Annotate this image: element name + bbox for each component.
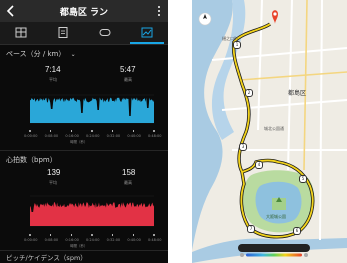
axis-tick-mark — [29, 130, 31, 132]
pace-color-legend — [238, 244, 310, 257]
pace-best-value: 5:47 — [120, 65, 136, 74]
axis-tick-mark — [132, 130, 135, 132]
gradient-track — [246, 253, 302, 257]
axis-tick-label: 0:40:00 — [127, 134, 141, 138]
summary-icon — [15, 27, 27, 38]
tab-charts[interactable] — [126, 22, 168, 44]
compass-icon[interactable] — [198, 12, 212, 26]
app-header: 都島区 ラン — [0, 0, 168, 22]
run-detail-screen: 都島区 ラン ペース（分 / km） ⌄ 7:14 平均 5:47 最高 0:0… — [0, 0, 168, 263]
more-options-icon[interactable] — [157, 5, 161, 17]
route-km-marker: 2 — [245, 89, 253, 97]
axis-tick-label: 0:16:00 — [65, 134, 79, 138]
axis-tick-mark — [49, 130, 52, 132]
heart-rate-section-title: 心拍数（bpm） — [6, 156, 57, 164]
tab-bar — [0, 22, 168, 45]
axis-tick-mark — [70, 234, 73, 236]
axis-tick-label: 0:00:00 — [24, 134, 38, 138]
axis-tick-mark — [111, 234, 114, 236]
axis-tick-label: 0:32:00 — [106, 134, 121, 138]
document-icon — [58, 27, 68, 38]
route-km-marker: 6 — [293, 227, 301, 235]
hr-avg-value: 139 — [47, 168, 61, 177]
tab-details[interactable] — [42, 22, 84, 44]
hr-max-label: 最高 — [124, 180, 132, 185]
gradient-end-dot — [304, 253, 308, 257]
pace-title-text: ペース（分 / km） — [6, 50, 66, 58]
pace-series-area — [30, 97, 154, 123]
axis-tick-mark — [91, 130, 93, 132]
route-km-marker: 7 — [247, 225, 255, 233]
axis-tick-label: 0:08:00 — [44, 238, 59, 242]
axis-tick-mark — [132, 234, 135, 236]
axis-tick-label: 0:48:00 — [148, 134, 162, 138]
axis-tick-mark — [91, 234, 93, 236]
hr-avg-label: 平均 — [49, 180, 57, 185]
axis-tick-label: 0:16:00 — [65, 238, 79, 242]
axis-tick-label: 0:08:00 — [44, 134, 59, 138]
chart-icon — [141, 27, 153, 38]
section-divider — [0, 150, 168, 151]
section-divider — [0, 250, 168, 251]
gradient-start-dot — [240, 253, 244, 257]
district-label: 都島区 — [288, 90, 307, 97]
heart-rate-chart — [30, 195, 154, 227]
pace-section-title[interactable]: ペース（分 / km） ⌄ — [6, 49, 76, 59]
axis-tick-label: 0:24:00 — [86, 134, 100, 138]
axis-tick-mark — [70, 130, 73, 132]
pace-gradient-legend — [240, 253, 308, 257]
hr-max-value: 158 — [122, 168, 136, 177]
axis-tick-mark — [153, 130, 155, 132]
axis-tick-mark — [111, 130, 114, 132]
map-label: 樋之口町 — [222, 36, 238, 41]
axis-tick-mark — [49, 234, 52, 236]
laps-icon — [99, 29, 111, 36]
axis-tick-label: 0:24:00 — [86, 238, 100, 242]
axis-tick-mark — [153, 234, 155, 236]
cadence-section-title: ピッチ/ケイデンス（spm） — [6, 254, 87, 262]
park-label: 大阪城公園 — [266, 214, 286, 219]
route-km-marker: 4 — [255, 161, 263, 169]
route-km-marker: 1 — [233, 41, 241, 49]
hr-x-axis-label: 時間（秒） — [70, 244, 88, 248]
route-map-screen: 1 2 3 4 5 6 7 樋之口町 都島区 城北公園通 大阪城公園 — [192, 0, 347, 263]
pace-chart — [30, 94, 154, 124]
axis-tick-label: 0:40:00 — [127, 238, 141, 242]
tab-summary[interactable] — [0, 22, 42, 44]
back-arrow-icon[interactable] — [6, 5, 16, 17]
route-km-marker: 5 — [299, 175, 307, 183]
axis-tick-label: 0:32:00 — [106, 238, 121, 242]
pace-x-axis-label: 時間（秒） — [70, 140, 88, 144]
axis-tick-mark — [29, 234, 31, 236]
axis-tick-label: 0:00:00 — [24, 238, 38, 242]
heart-rate-series-area — [30, 202, 154, 226]
activity-title: 都島区 ラン — [59, 8, 109, 18]
map-label: 城北公園通 — [264, 126, 284, 131]
chevron-down-icon: ⌄ — [70, 51, 76, 58]
pace-avg-value: 7:14 — [45, 65, 61, 74]
axis-tick-label: 0:48:00 — [148, 238, 162, 242]
route-km-marker: 3 — [239, 143, 247, 151]
tab-laps[interactable] — [84, 22, 126, 44]
